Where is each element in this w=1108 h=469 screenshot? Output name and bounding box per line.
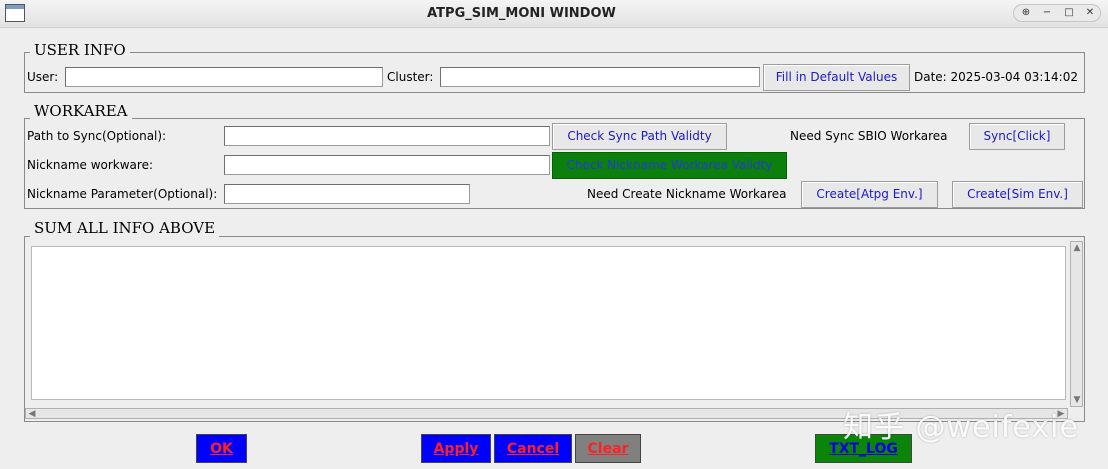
scroll-up-icon[interactable]: ▲ (1072, 243, 1082, 253)
clear-button[interactable]: Clear (575, 434, 641, 463)
nickname-parameter-label: Nickname Parameter(Optional): (27, 187, 218, 201)
minimize-icon[interactable]: − (1038, 6, 1056, 20)
check-sync-path-button[interactable]: Check Sync Path Validty (552, 123, 727, 150)
nickname-parameter-field[interactable] (224, 184, 470, 204)
summary-legend: SUM ALL INFO ABOVE (30, 219, 220, 237)
window-title: ATPG_SIM_MONI WINDOW (427, 6, 616, 21)
fill-default-values-button[interactable]: Fill in Default Values (763, 64, 910, 91)
need-sync-label: Need Sync SBIO Workarea (790, 129, 948, 143)
summary-textarea[interactable] (31, 246, 1066, 400)
path-to-sync-label: Path to Sync(Optional): (27, 129, 167, 143)
ok-button[interactable]: OK (196, 434, 247, 463)
nickname-label: Nickname workware: (27, 158, 154, 172)
nickname-field[interactable] (224, 155, 550, 175)
cancel-button[interactable]: Cancel (494, 434, 572, 463)
sync-button[interactable]: Sync[Click] (969, 123, 1065, 150)
cluster-label: Cluster: (387, 70, 434, 84)
maximize-icon[interactable]: □ (1060, 6, 1078, 20)
create-atpg-env-button[interactable]: Create[Atpg Env.] (801, 181, 938, 208)
user-label: User: (27, 70, 59, 84)
user-field[interactable] (65, 67, 383, 87)
date-text: Date: 2025-03-04 03:14:02 (914, 70, 1078, 84)
scroll-left-icon[interactable]: ◀ (27, 409, 37, 419)
need-create-label: Need Create Nickname Workarea (587, 187, 787, 201)
shade-icon[interactable]: ⊕ (1017, 6, 1035, 20)
workarea-legend: WORKAREA (30, 102, 132, 120)
vertical-scrollbar[interactable]: ▲ ▼ (1070, 241, 1083, 407)
path-to-sync-field[interactable] (224, 126, 550, 146)
close-icon[interactable]: ✕ (1081, 6, 1099, 20)
create-sim-env-button[interactable]: Create[Sim Env.] (952, 181, 1083, 208)
cluster-field[interactable] (440, 67, 760, 87)
check-nickname-button[interactable]: Check Nickname Workarea Validty (552, 152, 787, 179)
user-info-legend: USER INFO (30, 41, 130, 59)
apply-button[interactable]: Apply (421, 434, 491, 463)
window-controls: ⊕ − □ ✕ (1013, 4, 1101, 22)
watermark: 知乎 @weifexie (843, 410, 1079, 445)
